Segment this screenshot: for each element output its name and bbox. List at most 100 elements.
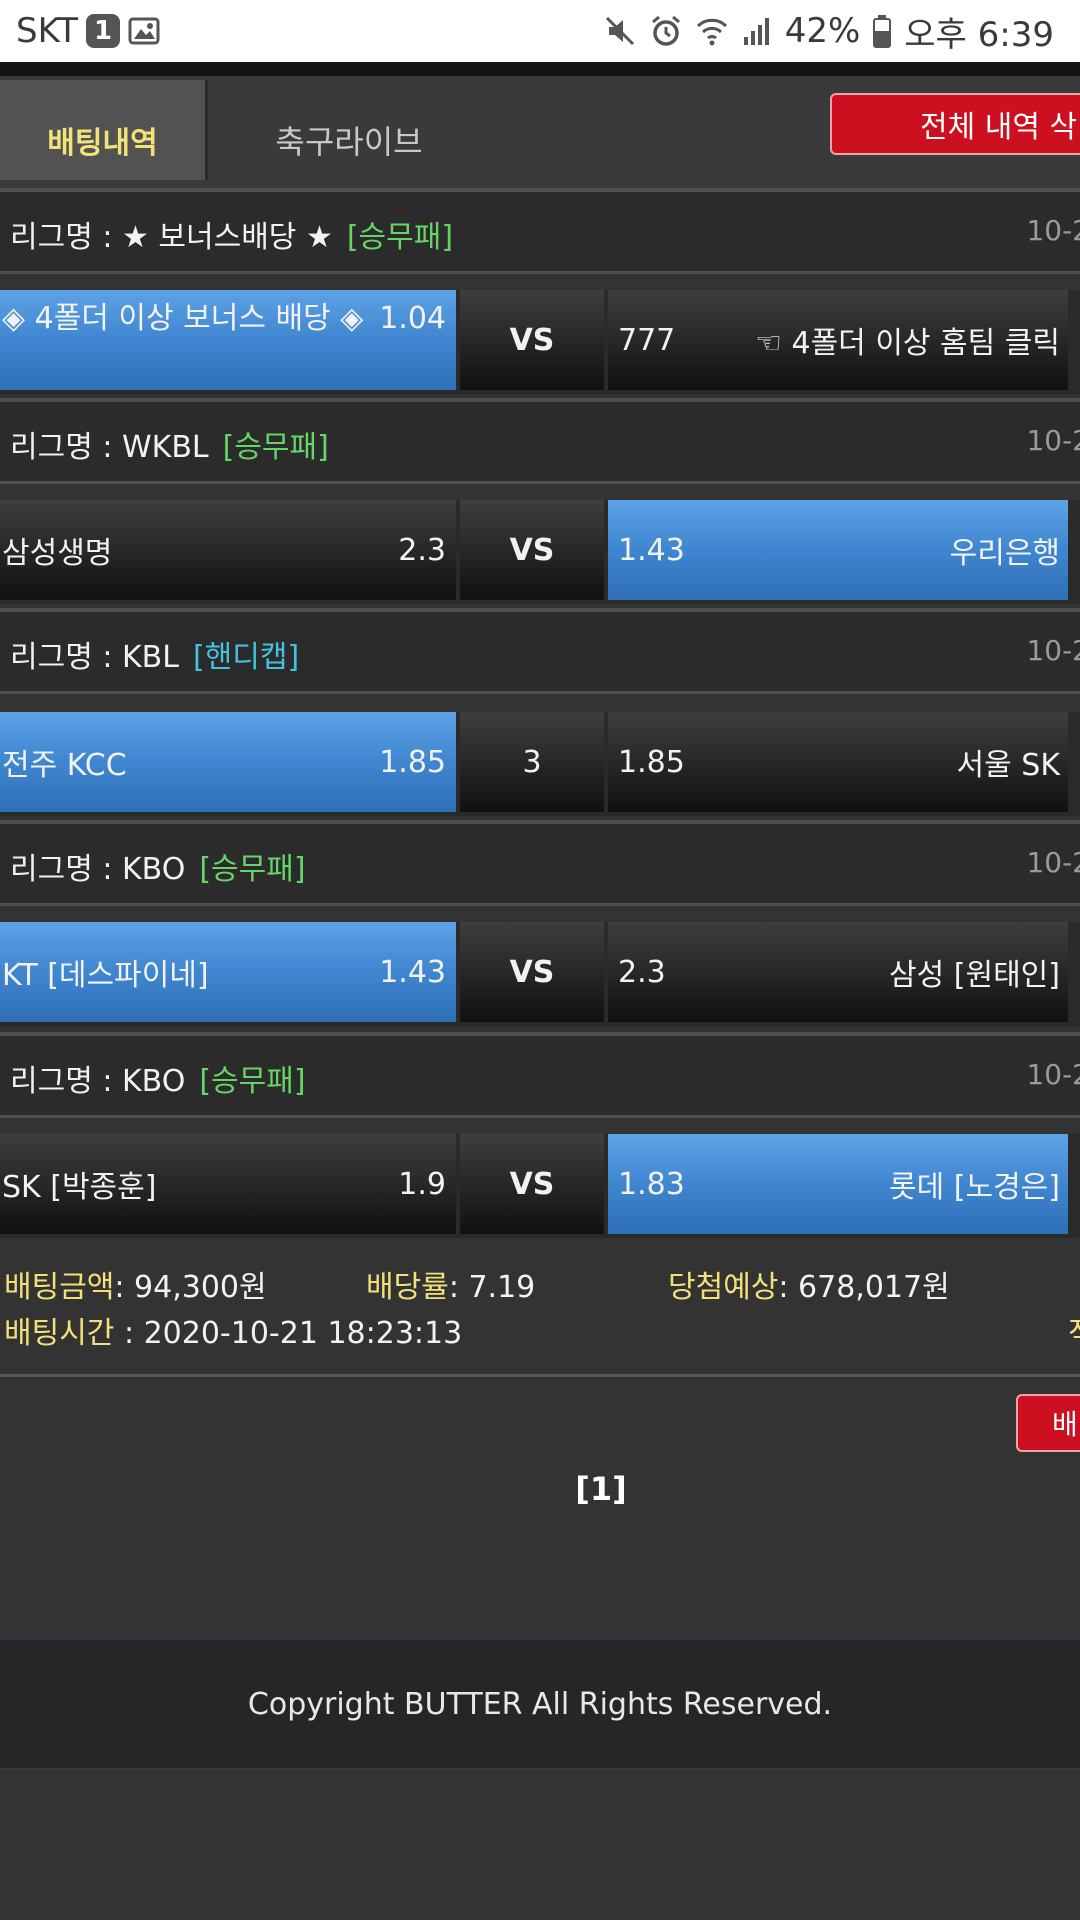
league-name: 리그명 : WKBL [승무패]	[10, 422, 329, 466]
home-team-button[interactable]: ◈ 4폴더 이상 보너스 배당 ◈ 1.04	[0, 290, 456, 390]
away-team-name: 서울 SK	[956, 748, 1060, 783]
clock: 오후 6:39	[904, 14, 1054, 55]
match-row: SK [박종훈] 1.9 VS 1.83 롯데 [노경은]	[0, 1134, 1080, 1238]
home-team-button[interactable]: 삼성생명 2.3	[0, 500, 456, 600]
wifi-icon	[696, 18, 727, 46]
league-header: 리그명 : KBO [승무패] 10-2	[0, 824, 1080, 906]
tab-soccer-live[interactable]: 축구라이브	[212, 80, 486, 180]
match-date: 10-2	[1026, 424, 1080, 457]
match-row: ◈ 4폴더 이상 보너스 배당 ◈ 1.04 VS 777 ☜ 4폴더 이상 홈…	[0, 290, 1080, 394]
match-row: 전주 KCC 1.85 3 1.85 서울 SK	[0, 712, 1080, 816]
league-label: 리그명 : KBL	[10, 640, 179, 675]
away-team-name: 삼성 [원태인]	[889, 958, 1060, 993]
vs-label: VS	[460, 500, 604, 600]
away-odds: 2.3	[618, 954, 666, 990]
away-team-button[interactable]: 1.43 우리은행	[608, 500, 1068, 600]
odds-label: 배당률	[366, 1270, 449, 1305]
league-name: 리그명 : KBL [핸디캡]	[10, 632, 299, 676]
home-team-button[interactable]: KT [데스파이네] 1.43	[0, 922, 456, 1022]
league-header: 리그명 : KBO [승무패] 10-2	[0, 1036, 1080, 1118]
away-team-name: 우리은행	[949, 536, 1060, 571]
vs-label: VS	[460, 922, 604, 1022]
status-left: SKT 1	[16, 10, 160, 52]
away-team-button[interactable]: 1.85 서울 SK	[608, 712, 1068, 812]
away-team-name: ☜ 4폴더 이상 홈팀 클릭	[755, 326, 1060, 361]
alarm-icon	[651, 15, 680, 46]
delete-all-button[interactable]: 전체 내역 삭	[830, 93, 1080, 155]
league-name: 리그명 : KBO [승무패]	[10, 844, 306, 888]
league-header: 리그명 : KBL [핸디캡] 10-2	[0, 612, 1080, 694]
handicap-value: 3	[460, 712, 604, 812]
league-label: 리그명 : WKBL	[10, 430, 209, 465]
expected-label: 당첨예상	[668, 1270, 779, 1305]
match-row: 삼성생명 2.3 VS 1.43 우리은행	[0, 500, 1080, 604]
footer-copyright: Copyright BUTTER All Rights Reserved.	[0, 1640, 1080, 1768]
tab-betting-history[interactable]: 배팅내역	[0, 80, 208, 180]
away-odds: 1.43	[618, 532, 685, 568]
league-label: 리그명 : KBO	[10, 1064, 186, 1099]
match-row: KT [데스파이네] 1.43 VS 2.3 삼성 [원태인]	[0, 922, 1080, 1026]
bet-amount-label: 배팅금액	[4, 1270, 115, 1305]
status-bar: SKT 1 42% 오후 6:39	[0, 0, 1080, 62]
bet-type: [핸디캡]	[192, 640, 300, 675]
home-odds: 1.43	[379, 954, 446, 990]
away-team-button[interactable]: 777 ☜ 4폴더 이상 홈팀 클릭	[608, 290, 1068, 390]
home-team-name: SK [박종훈]	[2, 1170, 157, 1205]
league-header: 리그명 : WKBL [승무패] 10-2	[0, 402, 1080, 484]
pagination-page-1[interactable]: [1]	[0, 1470, 1080, 1508]
bet-type: [승무패]	[346, 220, 454, 255]
match-date: 10-2	[1026, 846, 1080, 879]
away-team-button[interactable]: 2.3 삼성 [원태인]	[608, 922, 1068, 1022]
home-odds: 1.9	[398, 1166, 446, 1202]
home-odds: 1.04	[379, 301, 446, 336]
league-label: 리그명 : ★ 보너스배당 ★	[10, 220, 333, 255]
vs-label: VS	[460, 1134, 604, 1234]
away-odds: 1.83	[618, 1166, 685, 1202]
total-odds: 배당률: 7.19	[366, 1262, 535, 1306]
battery-percent: 42%	[784, 11, 861, 51]
bet-type: [승무패]	[222, 430, 329, 465]
image-icon	[128, 17, 160, 45]
league-name: 리그명 : KBO [승무패]	[10, 1056, 306, 1100]
sim-badge: 1	[86, 14, 121, 48]
away-team-button[interactable]: 1.83 롯데 [노경은]	[608, 1134, 1068, 1234]
bet-time-value: : 2020-10-21 18:23:13	[114, 1316, 463, 1351]
status-right: 42% 오후 6:39	[603, 10, 1054, 55]
battery-icon	[873, 15, 892, 48]
expected-win: 당첨예상: 678,017원	[668, 1262, 950, 1306]
away-team-name: 롯데 [노경은]	[889, 1170, 1060, 1205]
carrier-label: SKT	[16, 11, 79, 51]
status-text-cut: 적	[1068, 1308, 1080, 1352]
home-team-button[interactable]: SK [박종훈] 1.9	[0, 1134, 456, 1234]
mute-icon	[605, 16, 634, 46]
header-divider	[0, 62, 1080, 76]
signal-icon	[743, 18, 769, 45]
league-header: 리그명 : ★ 보너스배당 ★ [승무패] 10-2	[0, 192, 1080, 274]
league-name: 리그명 : ★ 보너스배당 ★ [승무패]	[10, 212, 453, 256]
summary-divider	[0, 1374, 1080, 1377]
bet-time: 배팅시간 : 2020-10-21 18:23:13	[4, 1308, 462, 1352]
match-date: 10-2	[1026, 1058, 1080, 1091]
home-team-button[interactable]: 전주 KCC 1.85	[0, 712, 456, 812]
vs-label: VS	[460, 290, 604, 390]
home-team-name: 삼성생명	[2, 536, 113, 571]
home-team-name: ◈ 4폴더 이상 보너스 배당 ◈	[2, 301, 364, 336]
home-odds: 2.3	[398, 532, 446, 568]
league-label: 리그명 : KBO	[10, 852, 186, 887]
match-date: 10-2	[1026, 634, 1080, 667]
away-odds: 777	[618, 322, 676, 358]
bet-amount-value: : 94,300원	[114, 1270, 267, 1305]
bet-action-button[interactable]: 배팅	[1016, 1394, 1080, 1452]
home-odds: 1.85	[379, 744, 446, 780]
footer-divider	[0, 1768, 1080, 1770]
bet-summary: 배팅금액: 94,300원 배당률: 7.19 당첨예상: 678,017원 배…	[0, 1254, 1080, 1374]
odds-value: : 7.19	[448, 1270, 536, 1305]
bet-time-label: 배팅시간	[4, 1316, 115, 1351]
bet-type: [승무패]	[199, 852, 306, 887]
home-team-name: 전주 KCC	[2, 748, 127, 783]
match-date: 10-2	[1026, 214, 1080, 247]
bet-type: [승무패]	[199, 1064, 306, 1099]
away-odds: 1.85	[618, 744, 685, 780]
home-team-name: KT [데스파이네]	[2, 958, 209, 993]
bet-amount: 배팅금액: 94,300원	[4, 1262, 267, 1306]
